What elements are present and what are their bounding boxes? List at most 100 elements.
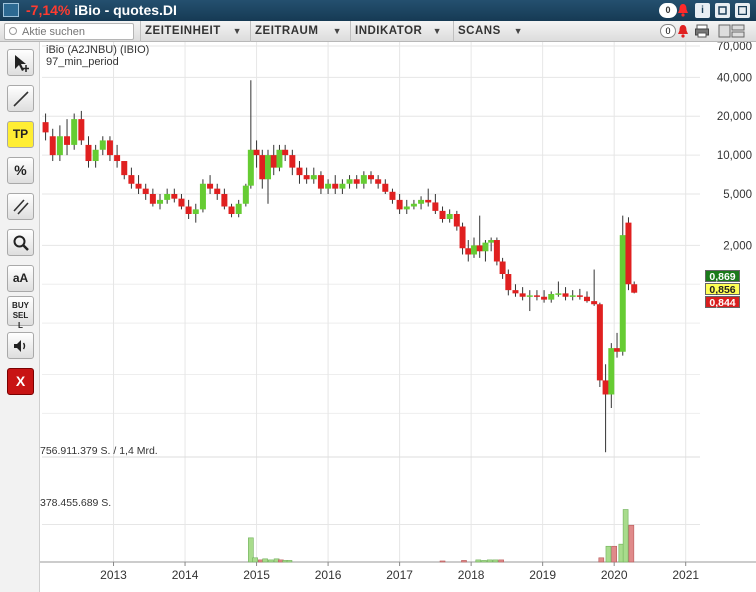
restore-icon xyxy=(718,6,727,15)
chart-app-icon xyxy=(3,3,19,17)
restore-window-button[interactable] xyxy=(715,3,730,18)
parallel-lines-button[interactable] xyxy=(7,193,34,220)
candle-body xyxy=(214,188,221,194)
candle-body xyxy=(488,240,495,243)
menu-scans[interactable]: SCANS ▼ xyxy=(453,21,529,42)
candle-body xyxy=(562,293,569,297)
candle-body xyxy=(339,183,346,189)
candle-body xyxy=(583,296,590,302)
candle-body xyxy=(247,149,254,186)
candle-body xyxy=(325,183,332,189)
x-tick-label: 2015 xyxy=(243,568,270,582)
chart-area[interactable]: 70,000 40,000 20,000 10,000 5,000 2,000 2013 2… xyxy=(40,42,756,592)
title-bar: -7,14% iBio - quotes.DI 0 i xyxy=(0,0,756,21)
candle-body xyxy=(121,161,128,176)
candle-body xyxy=(526,295,533,297)
candle-body xyxy=(42,122,49,133)
candle-body xyxy=(259,155,266,180)
volume-bar xyxy=(286,560,293,563)
candle-body xyxy=(253,149,260,156)
volume-bar xyxy=(461,560,467,563)
period-label: 97_min_period xyxy=(46,56,119,68)
candle-body xyxy=(346,179,353,184)
instrument-name: iBio - quotes.DI xyxy=(74,2,177,18)
menu-scans-label: SCANS xyxy=(458,25,501,37)
candle-body xyxy=(410,203,417,207)
candle-body xyxy=(459,226,466,249)
menu-zeitraum[interactable]: ZEITRAUM ▼ xyxy=(250,21,348,42)
volume-bar xyxy=(475,559,482,563)
volume-bar xyxy=(262,558,268,563)
x-tick-label: 2020 xyxy=(601,568,628,582)
bell-alert-icon[interactable] xyxy=(677,24,689,38)
percent-tool-button[interactable]: % xyxy=(7,157,34,184)
chart-title: iBio (A2JNBU) (IBIO) 97_min_period xyxy=(46,44,149,68)
volume-max-label: 756.911.379 S. / 1,4 Mrd. xyxy=(40,445,158,457)
toolbar-count-badge[interactable]: 0 xyxy=(660,24,676,38)
menu-indikator-label: INDIKATOR xyxy=(355,25,423,37)
menu-zeiteinheit[interactable]: ZEITEINHEIT ▼ xyxy=(140,21,248,42)
menu-indikator[interactable]: INDIKATOR ▼ xyxy=(350,21,448,42)
candle-body xyxy=(78,119,85,141)
bell-alert-icon[interactable] xyxy=(677,3,689,17)
candle-body xyxy=(555,293,562,295)
candle-body xyxy=(396,199,403,210)
candle-body xyxy=(157,199,164,204)
layout-icon[interactable] xyxy=(718,24,748,38)
candle-body xyxy=(282,149,289,156)
candle-body xyxy=(505,274,512,291)
candle-body xyxy=(106,140,113,156)
y-tick-label: 20,000 xyxy=(717,111,752,123)
price-chart[interactable]: 70,000 40,000 20,000 10,000 5,000 2,000 2013 2… xyxy=(40,42,756,592)
window-title: -7,14% iBio - quotes.DI xyxy=(26,2,177,18)
cursor-tool-button[interactable] xyxy=(7,49,34,76)
maximize-icon xyxy=(737,5,748,16)
x-tick-label: 2018 xyxy=(458,568,485,582)
target-price-button[interactable]: TP xyxy=(7,121,34,148)
search-input[interactable] xyxy=(22,25,132,39)
volume-bar xyxy=(481,560,487,563)
candle-body xyxy=(368,175,374,180)
dropdown-arrow-icon: ▼ xyxy=(232,26,242,36)
price-tag-low: 0,844 xyxy=(705,296,740,309)
target-price-label: TP xyxy=(12,127,29,141)
remove-drawings-button[interactable]: X xyxy=(7,368,34,395)
candle-body xyxy=(171,193,178,199)
volume-bar xyxy=(486,559,493,563)
x-tick-label: 2014 xyxy=(172,568,199,582)
candle-body xyxy=(185,206,192,214)
candle-body xyxy=(432,202,439,211)
candle-body xyxy=(576,295,583,297)
candle-body xyxy=(418,199,425,204)
volume-mid-label: 378.455.689 S. xyxy=(40,497,112,509)
candle-body xyxy=(614,348,621,352)
buy-sell-button[interactable]: BUY SELL xyxy=(7,296,34,330)
alerts-count-badge[interactable]: 0 xyxy=(659,3,677,18)
candle-body xyxy=(533,295,540,297)
maximize-window-button[interactable] xyxy=(735,3,750,18)
candle-body xyxy=(476,245,483,252)
zoom-tool-button[interactable] xyxy=(7,229,34,256)
trendline-tool-button[interactable] xyxy=(7,85,34,112)
candle-body xyxy=(199,183,206,210)
sound-toggle-button[interactable] xyxy=(7,332,34,359)
candle-body xyxy=(548,294,555,300)
candle-body xyxy=(446,213,453,220)
price-tag-high: 0,869 xyxy=(705,270,740,283)
candle-body xyxy=(470,245,477,255)
search-box[interactable] xyxy=(4,23,134,40)
print-icon[interactable] xyxy=(695,24,711,38)
candle-body xyxy=(49,136,56,156)
y-tick-label: 5,000 xyxy=(723,189,752,201)
volume-bar xyxy=(492,559,499,563)
candle-body xyxy=(289,155,296,168)
y-tick-label: 70,000 xyxy=(717,42,752,53)
candle-body xyxy=(619,235,626,352)
font-size-button[interactable]: aA xyxy=(7,265,34,292)
candle-body xyxy=(270,155,277,168)
candle-body xyxy=(128,175,135,184)
candle-body xyxy=(164,193,171,200)
x-tick-label: 2021 xyxy=(672,568,699,582)
dropdown-arrow-icon: ▼ xyxy=(432,26,442,36)
info-button[interactable]: i xyxy=(695,3,710,18)
